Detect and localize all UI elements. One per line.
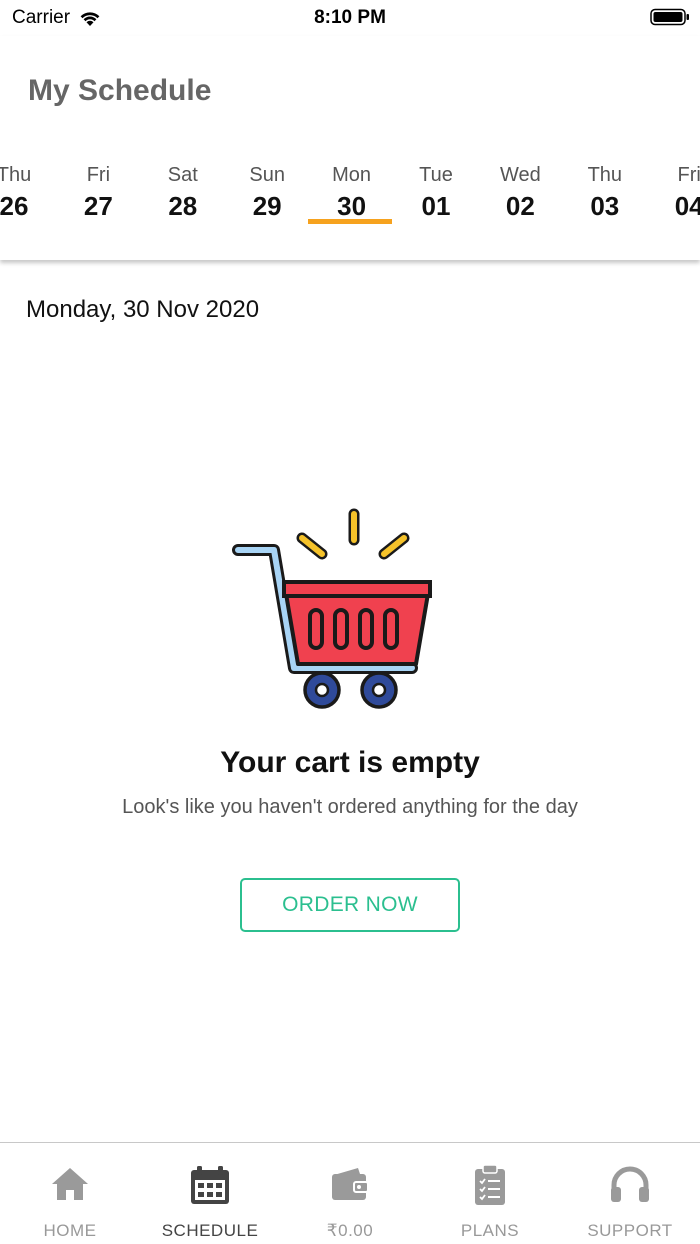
empty-cart-title: Your cart is empty (220, 746, 480, 779)
day-name: Tue (419, 164, 453, 186)
day-number: 29 (252, 191, 282, 221)
calendar-icon (191, 1166, 229, 1204)
day-number: 28 (168, 191, 198, 221)
nav-home[interactable]: HOME (0, 1143, 140, 1244)
day-name: Mon (332, 164, 372, 186)
home-icon (52, 1168, 88, 1200)
nav-support-label: SUPPORT (587, 1221, 673, 1240)
day-name: Fri (86, 164, 111, 186)
day-number: 01 (421, 191, 451, 221)
day-number: 26 (0, 191, 29, 221)
nav-support[interactable]: SUPPORT (560, 1143, 700, 1244)
battery-icon (650, 8, 689, 26)
page-title: My Schedule (28, 74, 212, 107)
selected-date-label: Monday, 30 Nov 2020 (26, 296, 260, 323)
day-item[interactable]: Fri 04 (647, 162, 700, 260)
clipboard-icon (475, 1164, 505, 1205)
day-item[interactable]: Thu 03 (563, 162, 647, 260)
status-bar: Carrier 8:10 PM (0, 0, 700, 36)
day-item[interactable]: Wed 02 (478, 162, 562, 260)
day-name: Sat (167, 164, 198, 186)
nav-schedule[interactable]: SCHEDULE (140, 1143, 280, 1244)
nav-home-label: HOME (43, 1221, 97, 1240)
day-item[interactable]: Sat 28 (141, 162, 225, 260)
day-name: Sun (249, 164, 285, 186)
day-number: 27 (83, 191, 113, 221)
day-item[interactable]: Fri 27 (56, 162, 140, 260)
nav-plans-label: PLANS (460, 1221, 520, 1240)
day-number: 04 (674, 191, 700, 221)
shopping-cart-icon (232, 508, 432, 709)
day-item[interactable]: Sun 29 (225, 162, 309, 260)
status-time: 8:10 PM (314, 7, 386, 28)
nav-wallet-label: ₹0.00 (326, 1221, 374, 1240)
bottom-nav: HOME SCHEDULE ₹0.00 PLANS SUPPORT (0, 1142, 700, 1244)
day-item[interactable]: Thu 26 (0, 162, 56, 260)
empty-cart-subtitle: Look's like you haven't ordered anything… (122, 796, 578, 818)
schedule-header: My Schedule Thu 26 Fri 27 Sat 28 Sun 29 Mon 30 Tue… (0, 36, 700, 260)
day-selector: Thu 26 Fri 27 Sat 28 Sun 29 Mon 30 Tue 01 Wed 02 Thu 03… (0, 162, 700, 260)
day-item[interactable]: Tue 01 (394, 162, 478, 260)
day-name: Thu (0, 164, 32, 186)
day-number: 02 (505, 191, 535, 221)
day-name: Thu (587, 164, 623, 186)
day-number: 03 (590, 191, 620, 221)
selected-day-indicator (308, 219, 392, 224)
headphones-icon (611, 1166, 649, 1202)
nav-schedule-label: SCHEDULE (161, 1221, 259, 1240)
nav-wallet[interactable]: ₹0.00 (280, 1143, 420, 1244)
nav-plans[interactable]: PLANS (420, 1143, 560, 1244)
day-item[interactable]: Mon 30 (310, 162, 394, 260)
day-name: Fri (677, 164, 700, 186)
order-now-button[interactable]: ORDER NOW (240, 878, 460, 932)
wallet-icon (332, 1168, 369, 1200)
day-name: Wed (500, 164, 541, 186)
